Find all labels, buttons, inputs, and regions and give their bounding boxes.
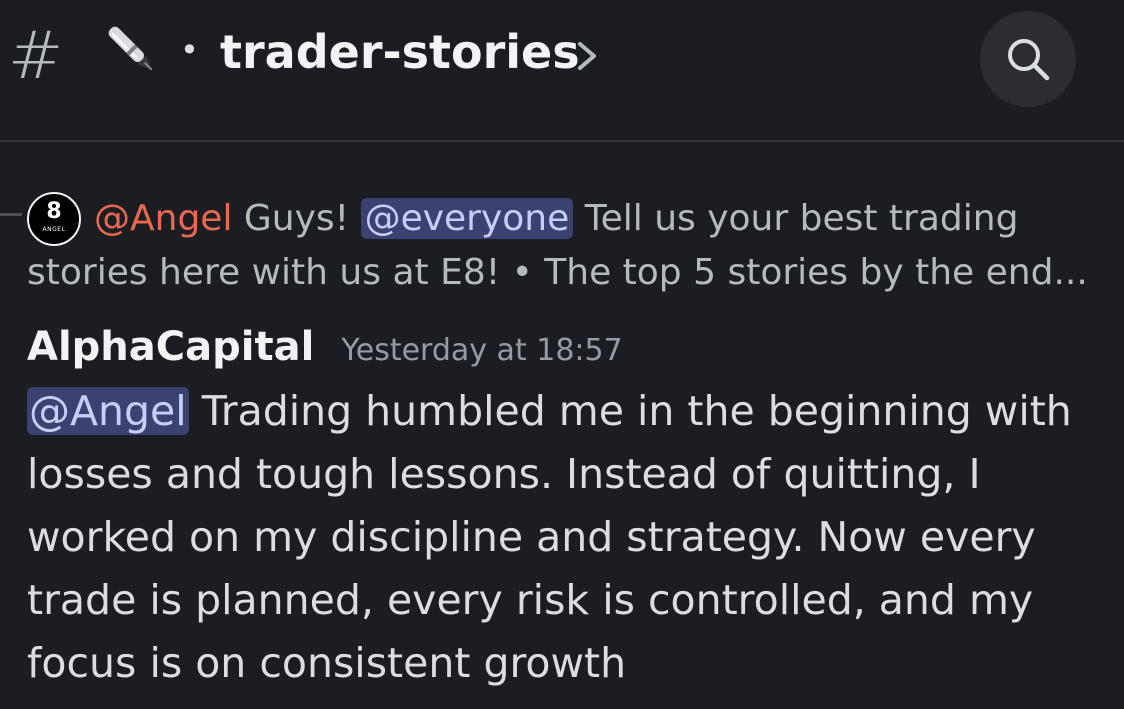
message: AlphaCapital Yesterday at 18:57 @Angel T… xyxy=(27,318,1107,695)
reply-connector xyxy=(0,213,22,216)
avatar-logo-icon: 8 xyxy=(46,199,62,224)
discord-channel-view: # • trader-stories 8 ANGEL @Angel Guys! … xyxy=(0,0,1124,709)
search-icon xyxy=(1008,39,1050,81)
reply-line-2: stories here with us at E8! • The top 5 … xyxy=(27,252,1088,293)
reply-text-after: Tell us your best trading xyxy=(584,198,1019,239)
chevron-right-icon[interactable] xyxy=(574,38,600,74)
reply-mention-everyone[interactable]: @everyone xyxy=(360,198,574,239)
search-button[interactable] xyxy=(980,11,1076,107)
message-mention[interactable]: @Angel xyxy=(27,387,189,435)
channel-header: # • trader-stories xyxy=(0,0,1124,142)
channel-name[interactable]: trader-stories xyxy=(220,22,580,82)
header-divider xyxy=(0,140,1124,142)
reply-line-1: @Angel Guys! @everyone Tell us your best… xyxy=(94,192,1018,246)
message-author[interactable]: AlphaCapital xyxy=(27,324,314,370)
reply-author[interactable]: @Angel xyxy=(94,198,232,239)
pen-icon xyxy=(108,26,153,71)
hash-icon: # xyxy=(8,17,64,94)
avatar-logo-text: ANGEL xyxy=(42,226,66,233)
message-body: @Angel Trading humbled me in the beginni… xyxy=(27,380,1087,695)
reply-avatar[interactable]: 8 ANGEL xyxy=(27,192,81,246)
reply-preview[interactable]: 8 ANGEL @Angel Guys! @everyone Tell us y… xyxy=(0,188,1124,298)
reply-text-before: Guys! xyxy=(243,198,350,239)
message-header: AlphaCapital Yesterday at 18:57 xyxy=(27,318,1107,376)
message-timestamp: Yesterday at 18:57 xyxy=(341,333,623,368)
separator-dot: • xyxy=(180,31,199,69)
